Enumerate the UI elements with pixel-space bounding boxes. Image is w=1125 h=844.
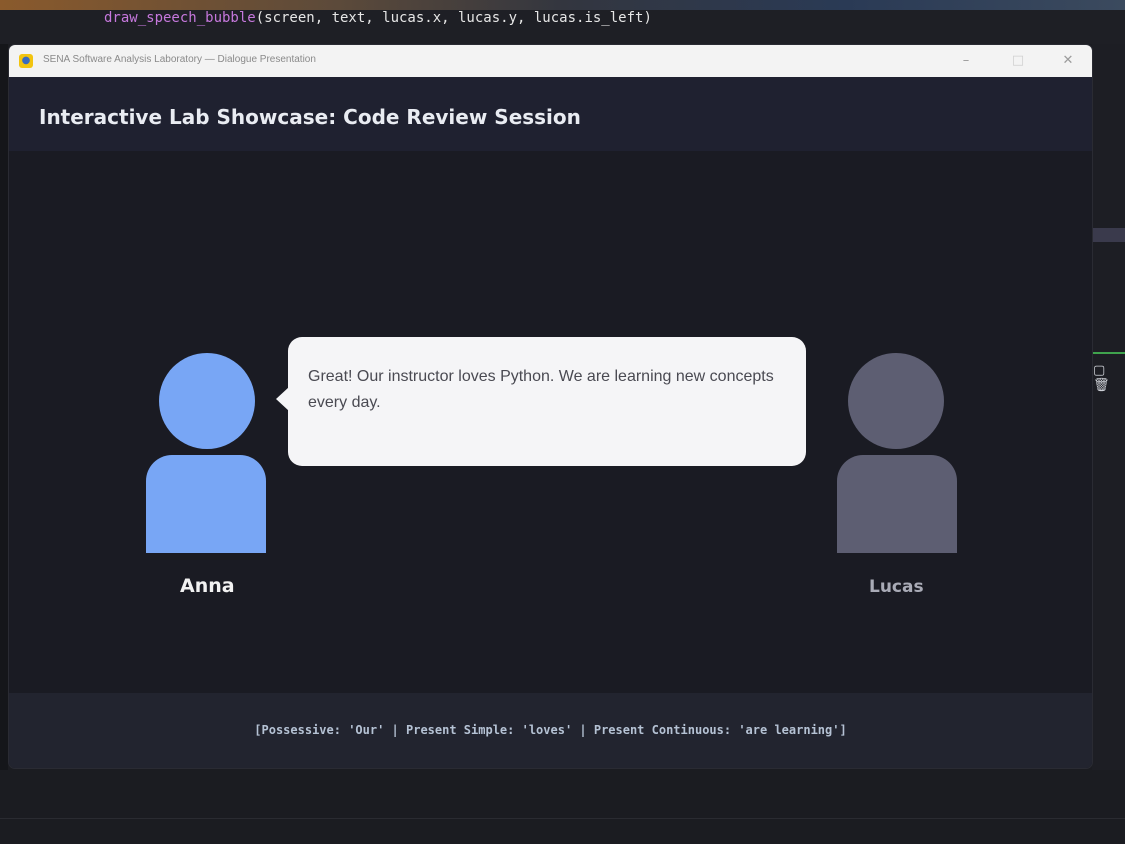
maximize-button[interactable]: □	[998, 49, 1038, 73]
background-panel-icons[interactable]: ▢ 🗑	[1093, 363, 1125, 393]
page-title: Interactive Lab Showcase: Code Review Se…	[39, 105, 581, 129]
code-function-args: (screen, text, lucas.x, lucas.y, lucas.i…	[255, 10, 652, 26]
window-title: SENA Software Analysis Laboratory — Dial…	[43, 54, 316, 65]
grammar-note: [Possessive: 'Our' | Present Simple: 'lo…	[254, 723, 847, 737]
background-divider	[0, 818, 1125, 819]
background-code-editor: draw_speech_bubble(screen, text, lucas.x…	[0, 0, 1125, 44]
lucas-avatar-head	[848, 353, 944, 449]
background-left-gutter	[0, 44, 8, 844]
close-button[interactable]: ✕	[1048, 49, 1088, 73]
anna-avatar-head	[159, 353, 255, 449]
speech-bubble-text: Great! Our instructor loves Python. We a…	[308, 368, 774, 411]
background-status-line	[1092, 352, 1125, 354]
anna-avatar-body	[146, 455, 266, 553]
grammar-footer: [Possessive: 'Our' | Present Simple: 'lo…	[9, 693, 1092, 768]
background-tab-strip	[0, 0, 1125, 10]
background-selection-highlight	[1092, 228, 1125, 242]
presentation-window: ● SENA Software Analysis Laboratory — Di…	[9, 45, 1092, 768]
speech-bubble-tail	[276, 387, 289, 411]
speech-bubble: Great! Our instructor loves Python. We a…	[276, 337, 806, 466]
showcase-header: Interactive Lab Showcase: Code Review Se…	[9, 77, 1092, 151]
lucas-name-label: Lucas	[869, 577, 924, 597]
python-icon: ●	[19, 54, 33, 68]
background-bottom-area	[0, 770, 1125, 844]
code-function-name: draw_speech_bubble	[104, 10, 256, 26]
lucas-avatar-body	[837, 455, 957, 553]
minimize-button[interactable]: –	[946, 49, 986, 73]
background-right-panel	[1092, 44, 1125, 844]
window-titlebar[interactable]: ● SENA Software Analysis Laboratory — Di…	[9, 45, 1092, 77]
background-code-line: draw_speech_bubble(screen, text, lucas.x…	[104, 10, 652, 26]
anna-name-label: Anna	[180, 575, 235, 597]
